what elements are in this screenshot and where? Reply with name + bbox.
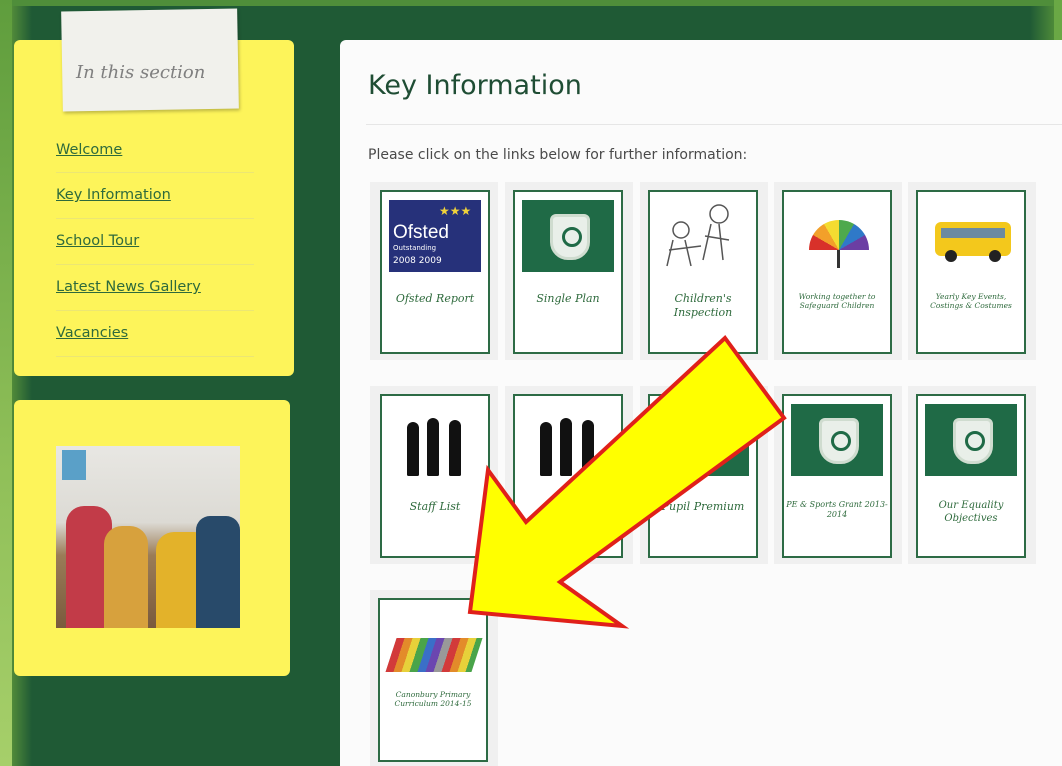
yellow-arrow-annotation: [467, 335, 787, 629]
